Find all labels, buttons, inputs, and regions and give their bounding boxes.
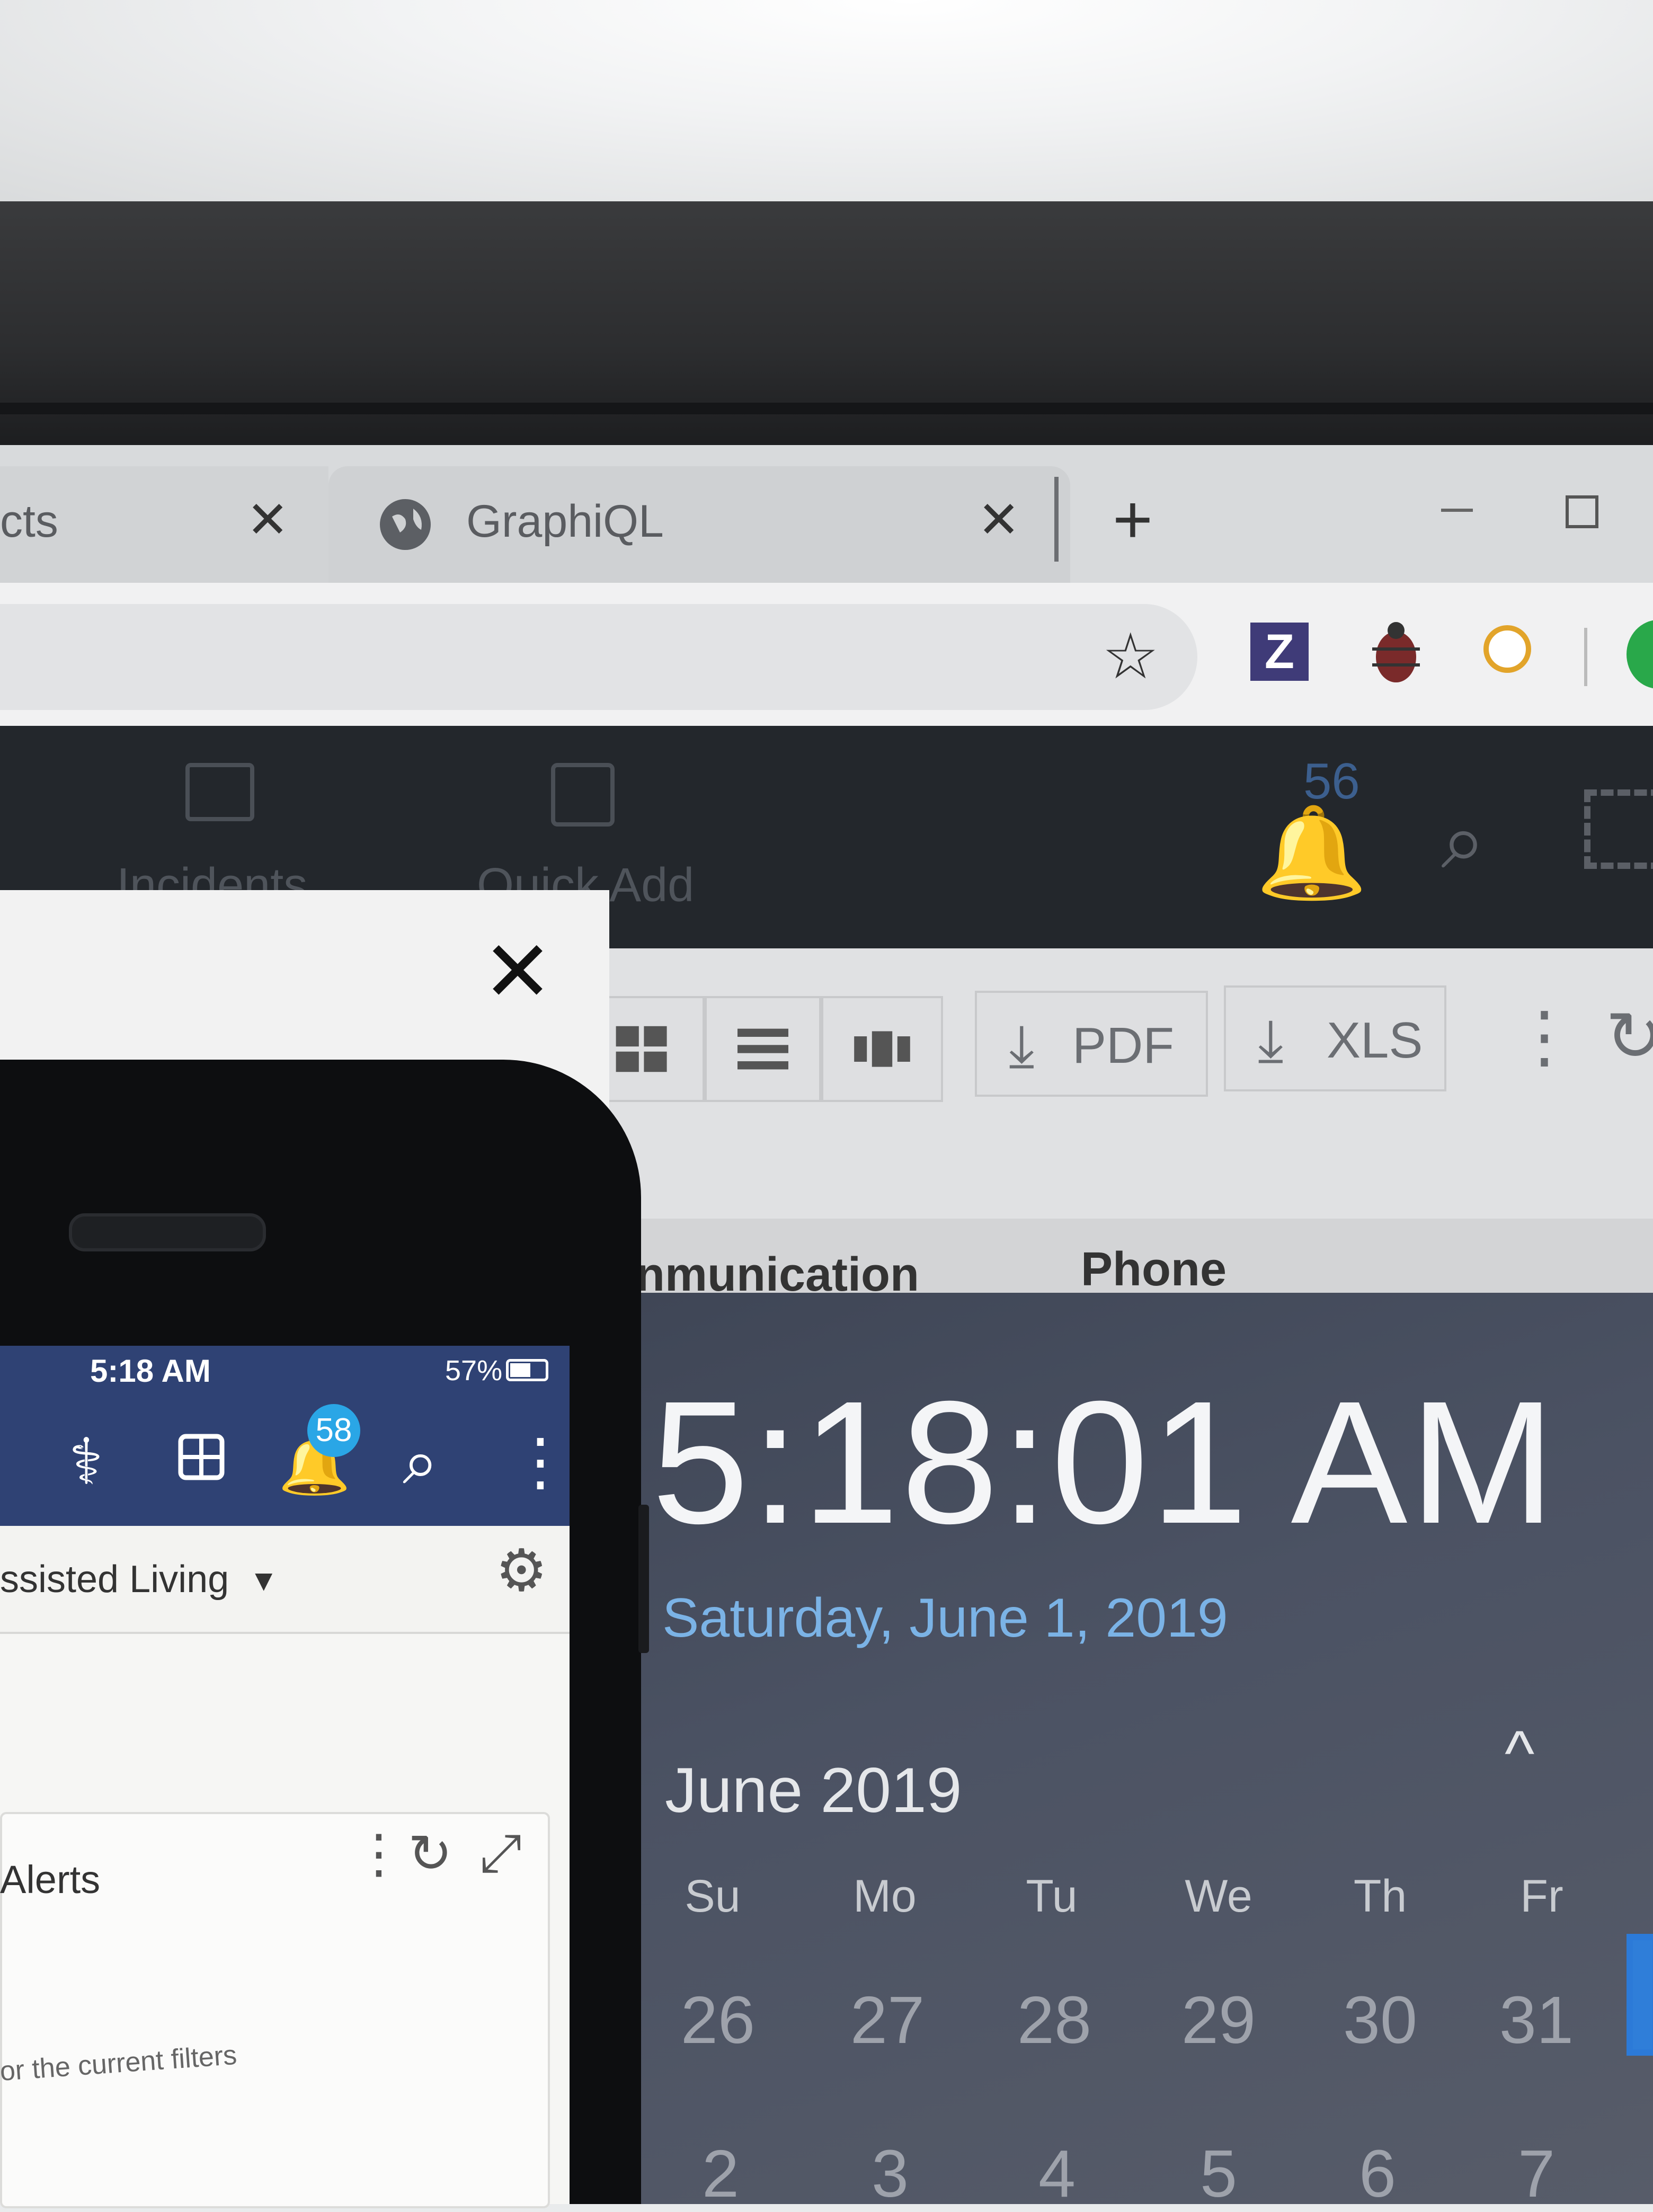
browser-tab-graphiql[interactable] <box>328 466 1070 583</box>
kanban-view-button[interactable] <box>821 996 943 1102</box>
widget-more-icon[interactable]: ⋮ <box>352 1823 405 1885</box>
weekday-label: Th <box>1353 1871 1407 1922</box>
background-wall <box>0 0 1653 207</box>
calendar-day[interactable]: 27 <box>834 1982 940 2058</box>
more-icon[interactable]: ⋮ <box>509 1425 572 1499</box>
download-icon: ⤓ <box>1009 1013 1035 1078</box>
list-view-button[interactable] <box>705 996 821 1102</box>
widget-refresh-icon[interactable]: ↻ <box>408 1823 452 1885</box>
tab-separator <box>1054 477 1059 562</box>
selected-day-highlight[interactable] <box>1627 1934 1653 2056</box>
new-tab-button[interactable]: + <box>1113 479 1153 559</box>
minimize-window-icon[interactable] <box>1441 509 1473 512</box>
tab-1-title: cts <box>0 496 58 547</box>
kanban-icon <box>854 1031 910 1067</box>
compass-extension-icon[interactable] <box>1483 625 1531 673</box>
search-icon[interactable]: ⌕ <box>1441 795 1486 889</box>
calendar-day[interactable]: 5 <box>1166 2135 1272 2212</box>
export-xls-button[interactable]: ⤓ XLS <box>1224 985 1446 1091</box>
notifications-count: 56 <box>1303 753 1360 810</box>
modal-close-icon[interactable]: ✕ <box>482 922 553 1021</box>
calendar-day[interactable]: 7 <box>1483 2135 1589 2212</box>
calendar-day[interactable]: 29 <box>1166 1982 1272 2058</box>
z-extension-icon[interactable]: Z <box>1250 623 1309 681</box>
battery-level <box>510 1363 530 1377</box>
phone-battery-percent: 57% <box>445 1355 503 1387</box>
globe-icon <box>380 499 431 550</box>
fullscreen-icon[interactable] <box>1584 789 1653 869</box>
calendar-day[interactable]: 4 <box>1004 2135 1110 2212</box>
calendar-day[interactable]: 31 <box>1483 1982 1589 2058</box>
calendar-prev-month-icon[interactable]: ^ <box>1505 1717 1534 1790</box>
export-pdf-button[interactable]: ⤓ PDF <box>975 991 1208 1097</box>
widget-expand-icon[interactable]: ⤢ <box>479 1823 522 1884</box>
more-options-icon[interactable]: ⋮ <box>1510 996 1579 1077</box>
toolbar-separator <box>1584 628 1587 686</box>
download-icon: ⤓ <box>1258 1008 1284 1073</box>
restore-window-icon[interactable] <box>1566 495 1598 528</box>
grid-view-button[interactable] <box>593 996 705 1102</box>
gear-icon[interactable]: ⚙ <box>495 1536 548 1604</box>
quick-add-icon[interactable] <box>551 763 615 827</box>
weekday-label: Mo <box>853 1871 917 1922</box>
weekday-label: We <box>1185 1871 1252 1922</box>
calendar-day[interactable]: 26 <box>665 1982 771 2058</box>
calendar-day[interactable]: 3 <box>837 2135 943 2212</box>
tab-2-title: GraphiQL <box>466 496 664 547</box>
calendar-day[interactable]: 2 <box>668 2135 774 2212</box>
xls-label: XLS <box>1327 1012 1423 1069</box>
calendar-day[interactable]: 28 <box>1001 1982 1107 2058</box>
pdf-label: PDF <box>1072 1017 1174 1074</box>
calendar-month-label[interactable]: June 2019 <box>665 1754 962 1827</box>
add-icon[interactable] <box>177 1433 225 1481</box>
column-header-phone[interactable]: Phone <box>1081 1242 1227 1297</box>
calendar-day[interactable]: 30 <box>1327 1982 1433 2058</box>
bookmark-star-icon[interactable]: ☆ <box>1102 620 1159 694</box>
weekday-label: Su <box>685 1871 741 1922</box>
tab-2-close-icon[interactable]: ✕ <box>977 490 1020 549</box>
incidents-icon[interactable] <box>185 763 254 821</box>
phone-speaker <box>69 1213 266 1251</box>
address-bar[interactable] <box>0 604 1197 710</box>
calendar-day[interactable]: 6 <box>1325 2135 1430 2212</box>
facility-dropdown[interactable]: ssisted Living <box>0 1558 229 1601</box>
weekday-label: Tu <box>1026 1871 1078 1922</box>
bug-extension-icon[interactable] <box>1367 617 1425 686</box>
widget-title: Alerts <box>0 1858 101 1902</box>
bezel-edge <box>0 403 1653 414</box>
search-icon[interactable]: ⌕ <box>403 1425 438 1499</box>
clock-time: 5:18:01 AM <box>652 1364 1558 1560</box>
phone-side-button <box>638 1505 649 1653</box>
list-icon <box>737 1028 788 1070</box>
stethoscope-icon[interactable]: ⚕ <box>69 1425 103 1499</box>
notification-badge: 58 <box>307 1404 360 1457</box>
notifications-bell-icon[interactable]: 🔔 <box>1256 800 1368 906</box>
phone-status-time: 5:18 AM <box>90 1353 211 1389</box>
caret-down-icon[interactable]: ▼ <box>249 1563 278 1597</box>
refresh-icon[interactable]: ↻ <box>1605 996 1653 1077</box>
grid-icon <box>616 1026 667 1072</box>
tab-1-close-icon[interactable]: ✕ <box>246 490 289 549</box>
weekday-label: Fr <box>1520 1871 1563 1922</box>
clock-date[interactable]: Saturday, June 1, 2019 <box>662 1587 1228 1650</box>
